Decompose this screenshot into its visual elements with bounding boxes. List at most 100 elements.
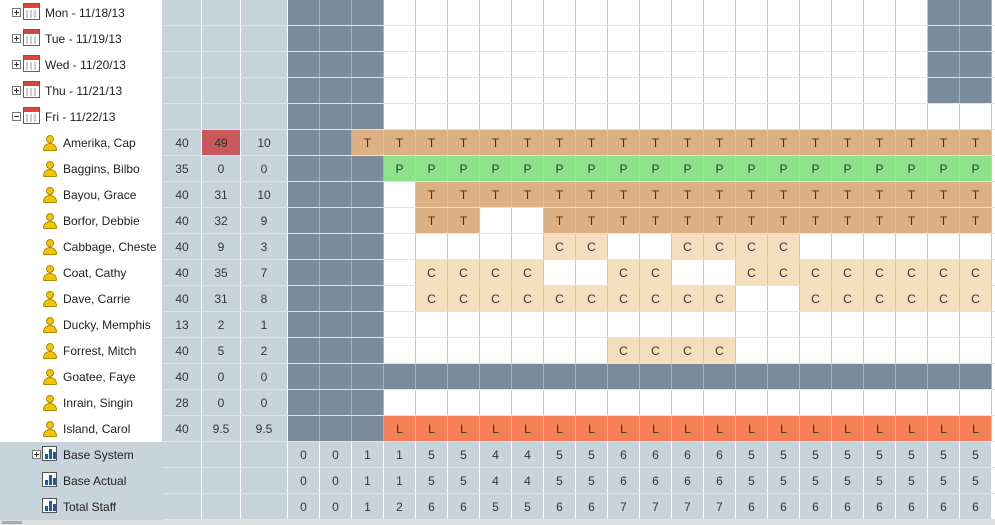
schedule-slot[interactable]: [640, 234, 672, 260]
schedule-slot[interactable]: [416, 78, 448, 104]
schedule-slot[interactable]: T: [544, 182, 576, 208]
schedule-slot[interactable]: T: [832, 208, 864, 234]
schedule-slot[interactable]: [704, 78, 736, 104]
schedule-slot[interactable]: [640, 104, 672, 130]
schedule-slot[interactable]: [448, 78, 480, 104]
schedule-slot[interactable]: [576, 338, 608, 364]
schedule-slot[interactable]: P: [576, 156, 608, 182]
schedule-slot[interactable]: T: [672, 208, 704, 234]
unavailable-slot[interactable]: [288, 364, 320, 390]
schedule-slot[interactable]: [896, 52, 928, 78]
unavailable-slot[interactable]: [544, 364, 576, 390]
schedule-slot[interactable]: P: [960, 156, 992, 182]
schedule-slot[interactable]: C: [736, 234, 768, 260]
unavailable-slot[interactable]: [320, 0, 352, 26]
schedule-slot[interactable]: T: [608, 182, 640, 208]
schedule-slot[interactable]: L: [576, 416, 608, 442]
unavailable-slot[interactable]: [416, 364, 448, 390]
schedule-slot[interactable]: [832, 390, 864, 416]
schedule-slot[interactable]: P: [928, 156, 960, 182]
schedule-slot[interactable]: [608, 104, 640, 130]
schedule-slot[interactable]: P: [448, 156, 480, 182]
schedule-slot[interactable]: C: [576, 286, 608, 312]
schedule-slot[interactable]: [608, 390, 640, 416]
unavailable-slot[interactable]: [320, 338, 352, 364]
unavailable-slot[interactable]: [352, 234, 384, 260]
unavailable-slot[interactable]: [288, 104, 320, 130]
schedule-slot[interactable]: [896, 104, 928, 130]
unavailable-slot[interactable]: [960, 52, 992, 78]
schedule-slot[interactable]: [576, 260, 608, 286]
schedule-slot[interactable]: T: [768, 130, 800, 156]
unavailable-slot[interactable]: [928, 52, 960, 78]
schedule-slot[interactable]: [384, 260, 416, 286]
schedule-slot[interactable]: [416, 26, 448, 52]
schedule-slot[interactable]: [800, 390, 832, 416]
unavailable-slot[interactable]: [704, 364, 736, 390]
schedule-slot[interactable]: [640, 26, 672, 52]
schedule-slot[interactable]: [672, 390, 704, 416]
schedule-slot[interactable]: [544, 390, 576, 416]
schedule-slot[interactable]: T: [544, 130, 576, 156]
unavailable-slot[interactable]: [864, 364, 896, 390]
schedule-slot[interactable]: T: [544, 208, 576, 234]
day-label[interactable]: Wed - 11/20/13: [45, 58, 126, 72]
schedule-slot[interactable]: L: [960, 416, 992, 442]
schedule-slot[interactable]: T: [416, 182, 448, 208]
unavailable-slot[interactable]: [320, 130, 352, 156]
schedule-slot[interactable]: C: [896, 260, 928, 286]
schedule-slot[interactable]: C: [544, 286, 576, 312]
unavailable-slot[interactable]: [288, 78, 320, 104]
schedule-slot[interactable]: T: [576, 130, 608, 156]
schedule-slot[interactable]: [736, 0, 768, 26]
schedule-slot[interactable]: [736, 104, 768, 130]
schedule-slot[interactable]: [544, 0, 576, 26]
schedule-slot[interactable]: P: [416, 156, 448, 182]
schedule-slot[interactable]: [448, 390, 480, 416]
unavailable-slot[interactable]: [352, 52, 384, 78]
unavailable-slot[interactable]: [288, 286, 320, 312]
schedule-slot[interactable]: [512, 208, 544, 234]
schedule-slot[interactable]: [960, 104, 992, 130]
schedule-slot[interactable]: T: [672, 182, 704, 208]
unavailable-slot[interactable]: [352, 78, 384, 104]
schedule-slot[interactable]: C: [832, 286, 864, 312]
schedule-slot[interactable]: T: [928, 130, 960, 156]
schedule-slot[interactable]: [480, 104, 512, 130]
schedule-slot[interactable]: T: [608, 130, 640, 156]
unavailable-slot[interactable]: [320, 312, 352, 338]
schedule-slot[interactable]: C: [576, 234, 608, 260]
schedule-slot[interactable]: C: [512, 260, 544, 286]
schedule-slot[interactable]: L: [704, 416, 736, 442]
schedule-slot[interactable]: [640, 78, 672, 104]
schedule-slot[interactable]: T: [832, 182, 864, 208]
unavailable-slot[interactable]: [352, 26, 384, 52]
unavailable-slot[interactable]: [320, 416, 352, 442]
schedule-slot[interactable]: C: [832, 260, 864, 286]
schedule-slot[interactable]: [480, 312, 512, 338]
schedule-slot[interactable]: C: [800, 260, 832, 286]
unavailable-slot[interactable]: [352, 208, 384, 234]
schedule-slot[interactable]: C: [640, 338, 672, 364]
unavailable-slot[interactable]: [288, 338, 320, 364]
schedule-slot[interactable]: [928, 234, 960, 260]
schedule-slot[interactable]: C: [736, 260, 768, 286]
schedule-slot[interactable]: [448, 234, 480, 260]
schedule-slot[interactable]: [384, 0, 416, 26]
collapse-icon[interactable]: [12, 112, 21, 121]
unavailable-slot[interactable]: [448, 364, 480, 390]
schedule-slot[interactable]: [512, 338, 544, 364]
unavailable-slot[interactable]: [960, 78, 992, 104]
schedule-slot[interactable]: T: [704, 208, 736, 234]
schedule-slot[interactable]: [640, 390, 672, 416]
schedule-slot[interactable]: [384, 312, 416, 338]
schedule-slot[interactable]: P: [768, 156, 800, 182]
schedule-slot[interactable]: [896, 78, 928, 104]
schedule-slot[interactable]: P: [512, 156, 544, 182]
schedule-slot[interactable]: L: [832, 416, 864, 442]
schedule-slot[interactable]: L: [896, 416, 928, 442]
schedule-slot[interactable]: [928, 338, 960, 364]
schedule-slot[interactable]: T: [704, 182, 736, 208]
horizontal-scrollbar[interactable]: [0, 520, 995, 525]
schedule-slot[interactable]: C: [448, 286, 480, 312]
